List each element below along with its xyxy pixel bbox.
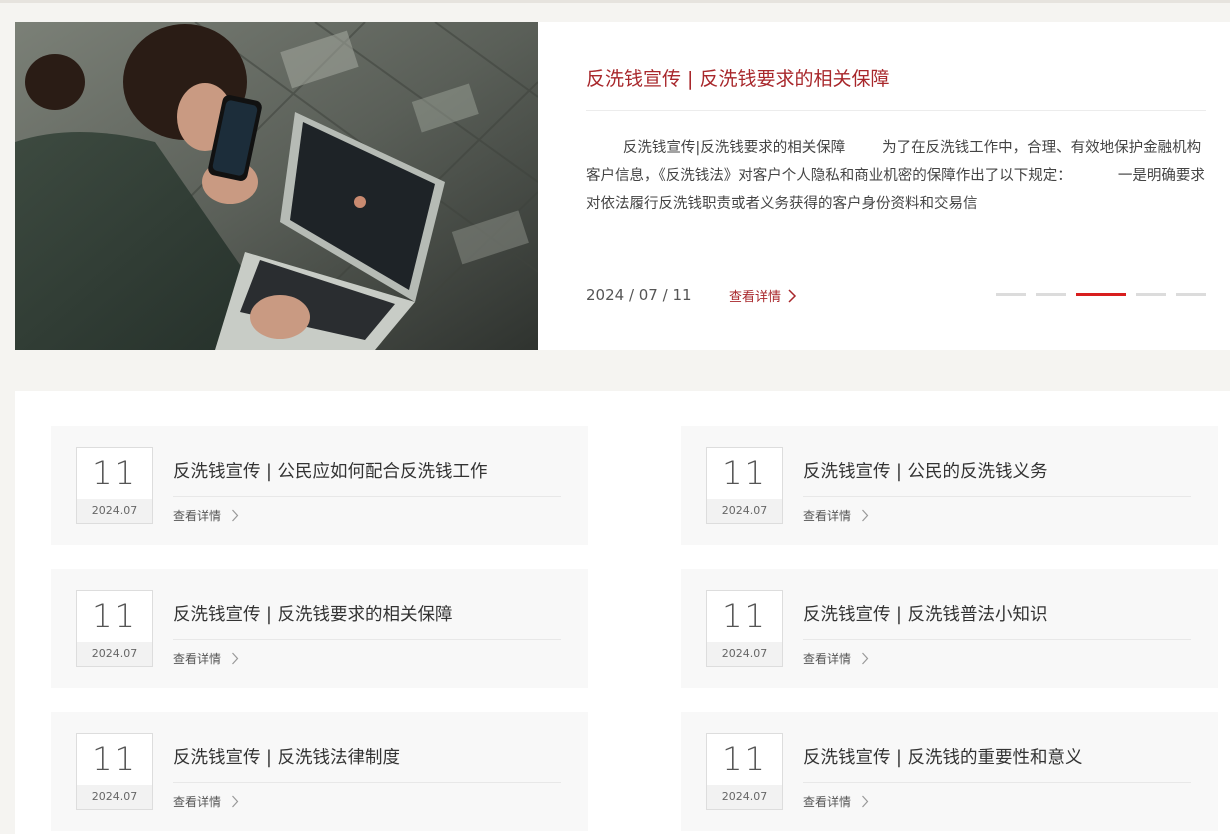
date-day: 11: [722, 597, 767, 635]
featured-date: 2024 / 07 / 11: [586, 286, 692, 304]
date-box: 11 2024.07: [706, 447, 783, 524]
date-box: 11 2024.07: [706, 590, 783, 667]
news-divider: [173, 782, 561, 783]
view-details-label: 查看详情: [173, 652, 222, 666]
date-box: 11 2024.07: [76, 447, 153, 524]
carousel-dot-5[interactable]: [1176, 293, 1206, 296]
featured-view-details-link[interactable]: 查看详情: [729, 286, 797, 305]
featured-divider: [586, 110, 1206, 111]
news-card[interactable]: 11 2024.07 反洗钱宣传 | 反洗钱普法小知识 查看详情: [681, 569, 1218, 688]
chevron-right-icon: [232, 509, 239, 522]
chevron-right-icon: [862, 509, 869, 522]
date-year-month: 2024.07: [77, 785, 152, 809]
date-box: 11 2024.07: [76, 733, 153, 810]
date-year-month: 2024.07: [707, 499, 782, 523]
carousel-dot-1[interactable]: [996, 293, 1026, 296]
view-details-link[interactable]: 查看详情: [173, 507, 239, 524]
news-title[interactable]: 反洗钱宣传 | 反洗钱普法小知识: [803, 601, 1048, 626]
carousel-dot-2[interactable]: [1036, 293, 1066, 296]
featured-content: 反洗钱宣传 | 反洗钱要求的相关保障 反洗钱宣传|反洗钱要求的相关保障 为了在反…: [586, 22, 1206, 350]
view-details-label: 查看详情: [803, 795, 852, 809]
view-details-link[interactable]: 查看详情: [173, 650, 239, 667]
view-details-label: 查看详情: [803, 652, 852, 666]
news-title[interactable]: 反洗钱宣传 | 反洗钱法律制度: [173, 744, 400, 769]
date-day: 11: [722, 740, 767, 778]
news-title[interactable]: 反洗钱宣传 | 公民的反洗钱义务: [803, 458, 1048, 483]
news-card[interactable]: 11 2024.07 反洗钱宣传 | 公民应如何配合反洗钱工作 查看详情: [51, 426, 588, 545]
news-card[interactable]: 11 2024.07 反洗钱宣传 | 反洗钱法律制度 查看详情: [51, 712, 588, 831]
news-divider: [173, 496, 561, 497]
news-title[interactable]: 反洗钱宣传 | 反洗钱要求的相关保障: [173, 601, 453, 626]
date-day: 11: [92, 597, 137, 635]
news-card[interactable]: 11 2024.07 反洗钱宣传 | 公民的反洗钱义务 查看详情: [681, 426, 1218, 545]
news-title[interactable]: 反洗钱宣传 | 反洗钱的重要性和意义: [803, 744, 1083, 769]
chevron-right-icon: [862, 652, 869, 665]
view-details-link[interactable]: 查看详情: [803, 507, 869, 524]
view-details-link[interactable]: 查看详情: [803, 650, 869, 667]
date-year-month: 2024.07: [707, 642, 782, 666]
date-box: 11 2024.07: [76, 590, 153, 667]
news-list: 11 2024.07 反洗钱宣传 | 公民应如何配合反洗钱工作 查看详情 11 …: [15, 391, 1230, 834]
date-year-month: 2024.07: [707, 785, 782, 809]
date-year-month: 2024.07: [77, 499, 152, 523]
view-details-link[interactable]: 查看详情: [173, 793, 239, 810]
news-card[interactable]: 11 2024.07 反洗钱宣传 | 反洗钱要求的相关保障 查看详情: [51, 569, 588, 688]
chevron-right-icon: [232, 652, 239, 665]
view-details-label: 查看详情: [173, 509, 222, 523]
date-box: 11 2024.07: [706, 733, 783, 810]
carousel-dot-3[interactable]: [1076, 293, 1126, 296]
chevron-right-icon: [862, 795, 869, 808]
news-title[interactable]: 反洗钱宣传 | 公民应如何配合反洗钱工作: [173, 458, 488, 483]
featured-image[interactable]: [15, 22, 538, 350]
date-day: 11: [92, 454, 137, 492]
carousel-dot-4[interactable]: [1136, 293, 1166, 296]
chevron-right-icon: [232, 795, 239, 808]
news-card[interactable]: 11 2024.07 反洗钱宣传 | 反洗钱的重要性和意义 查看详情: [681, 712, 1218, 831]
carousel-pagination: [996, 293, 1206, 296]
date-day: 11: [92, 740, 137, 778]
view-details-label: 查看详情: [803, 509, 852, 523]
top-divider: [0, 0, 1230, 3]
featured-view-details-label: 查看详情: [729, 290, 782, 305]
view-details-label: 查看详情: [173, 795, 222, 809]
featured-title[interactable]: 反洗钱宣传 | 反洗钱要求的相关保障: [586, 64, 889, 91]
date-year-month: 2024.07: [77, 642, 152, 666]
woman-with-laptop-photo: [15, 22, 538, 350]
news-divider: [803, 639, 1191, 640]
view-details-link[interactable]: 查看详情: [803, 793, 869, 810]
featured-article: 反洗钱宣传 | 反洗钱要求的相关保障 反洗钱宣传|反洗钱要求的相关保障 为了在反…: [15, 22, 1230, 350]
news-divider: [803, 496, 1191, 497]
news-divider: [803, 782, 1191, 783]
news-divider: [173, 639, 561, 640]
chevron-right-icon: [788, 288, 797, 303]
date-day: 11: [722, 454, 767, 492]
featured-summary: 反洗钱宣传|反洗钱要求的相关保障 为了在反洗钱工作中，合理、有效地保护金融机构客…: [586, 140, 1205, 212]
